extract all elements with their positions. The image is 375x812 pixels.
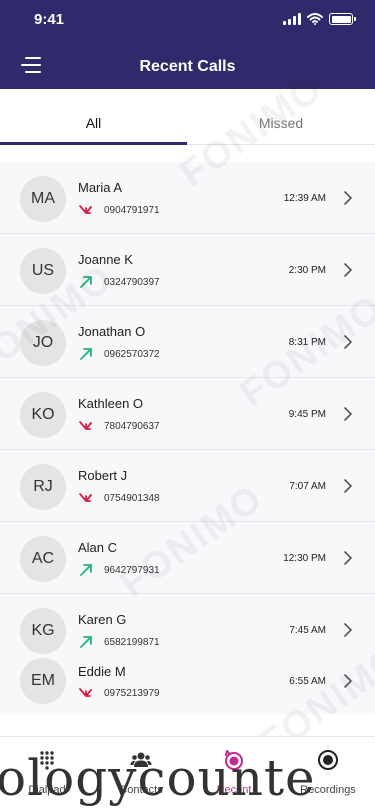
call-time: 8:31 PM	[288, 337, 326, 348]
chevron-right-icon[interactable]	[343, 622, 353, 638]
recent-icon	[225, 750, 243, 770]
recent-calls-list: MA Maria A 0904791971 12:39 AM US Joanne…	[0, 162, 375, 714]
app-header: 9:41 Recent Calls	[0, 0, 375, 89]
call-time: 7:45 AM	[289, 625, 326, 636]
call-time: 6:55 AM	[289, 676, 326, 687]
call-row[interactable]: EM Eddie M 0975213979 6:55 AM	[0, 654, 375, 714]
chevron-right-icon[interactable]	[343, 478, 353, 494]
chevron-right-icon[interactable]	[343, 262, 353, 278]
avatar: EM	[20, 658, 66, 704]
chevron-right-icon[interactable]	[343, 334, 353, 350]
phone-number: 0904791971	[104, 205, 160, 216]
contact-name: Joanne K	[78, 252, 133, 267]
call-row[interactable]: AC Alan C 9642797931 12:30 PM	[0, 522, 375, 594]
call-time: 7:07 AM	[289, 481, 326, 492]
call-time: 9:45 PM	[288, 409, 326, 420]
call-row[interactable]: RJ Robert J 0754901348 7:07 AM	[0, 450, 375, 522]
record-icon	[318, 750, 338, 770]
outgoing-call-icon	[80, 276, 92, 288]
chevron-right-icon[interactable]	[343, 406, 353, 422]
battery-icon	[329, 13, 356, 25]
incoming-call-icon	[79, 688, 92, 697]
wifi-icon	[307, 13, 323, 25]
tab-bar: All Missed	[0, 89, 375, 145]
call-row[interactable]: US Joanne K 0324790397 2:30 PM	[0, 234, 375, 306]
tab-missed[interactable]: Missed	[187, 89, 375, 145]
outgoing-call-icon	[80, 564, 92, 576]
tab-all[interactable]: All	[0, 89, 187, 145]
contact-name: Robert J	[78, 468, 128, 483]
incoming-call-icon	[79, 421, 92, 430]
nav-label: Recordings	[300, 784, 356, 796]
phone-number: 9642797931	[104, 565, 160, 576]
status-icons	[283, 13, 356, 25]
nav-label: Recent	[216, 784, 252, 796]
phone-number: 0975213979	[104, 688, 160, 699]
incoming-call-icon	[79, 205, 92, 214]
avatar: KG	[20, 608, 66, 654]
contact-name: Kathleen O	[78, 396, 144, 411]
call-time: 2:30 PM	[288, 265, 326, 276]
nav-label: Contacts	[119, 784, 163, 796]
bottom-navigation: Dialpad Contacts Recent Recordings	[0, 736, 375, 812]
active-tab-indicator	[0, 142, 187, 145]
phone-number: 0324790397	[104, 277, 160, 288]
avatar: JO	[20, 320, 66, 366]
avatar: MA	[20, 176, 66, 222]
avatar: AC	[20, 536, 66, 582]
incoming-call-icon	[79, 493, 92, 502]
phone-number: 0754901348	[104, 493, 160, 504]
contact-name: Alan C	[78, 540, 118, 555]
call-row[interactable]: JO Jonathan O 0962570372 8:31 PM	[0, 306, 375, 378]
contact-name: Maria A	[78, 180, 123, 195]
phone-number: 0962570372	[104, 349, 160, 360]
chevron-right-icon[interactable]	[343, 190, 353, 206]
nav-label: Dialpad	[28, 784, 66, 796]
nav-recordings[interactable]: Recordings	[281, 737, 375, 812]
nav-recent[interactable]: Recent	[187, 737, 281, 812]
call-time: 12:30 PM	[283, 553, 326, 564]
page-title: Recent Calls	[139, 58, 236, 75]
phone-number: 7804790637	[104, 421, 160, 432]
contact-name: Jonathan O	[78, 324, 146, 339]
outgoing-call-icon	[80, 636, 92, 648]
avatar: US	[20, 248, 66, 294]
contact-name: Karen G	[78, 612, 127, 627]
nav-contacts[interactable]: Contacts	[94, 737, 188, 812]
avatar: KO	[20, 392, 66, 438]
status-time: 9:41	[34, 11, 65, 28]
call-row[interactable]: MA Maria A 0904791971 12:39 AM	[0, 162, 375, 234]
contacts-icon	[130, 752, 152, 767]
call-row[interactable]: KO Kathleen O 7804790637 9:45 PM	[0, 378, 375, 450]
cellular-signal-icon	[283, 13, 301, 25]
avatar: RJ	[20, 464, 66, 510]
chevron-right-icon[interactable]	[343, 673, 353, 689]
dialpad-icon	[40, 751, 54, 770]
contact-name: Eddie M	[78, 664, 126, 679]
nav-dialpad[interactable]: Dialpad	[0, 737, 94, 812]
chevron-right-icon[interactable]	[343, 550, 353, 566]
phone-number: 6582199871	[104, 637, 160, 648]
outgoing-call-icon	[80, 348, 92, 360]
call-time: 12:39 AM	[283, 193, 326, 204]
